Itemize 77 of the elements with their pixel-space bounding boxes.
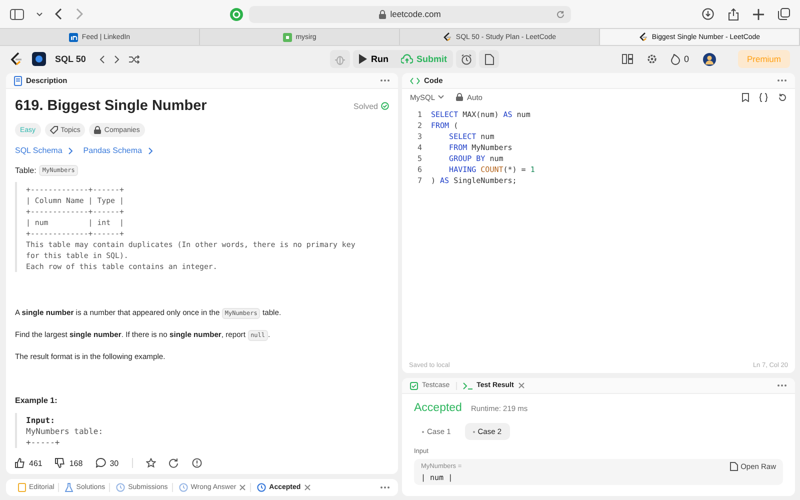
- avatar-icon[interactable]: [702, 52, 716, 66]
- previous-icon[interactable]: [98, 54, 105, 64]
- notes-button[interactable]: [479, 50, 499, 68]
- like-button[interactable]: 461: [15, 458, 42, 468]
- clock-icon: [116, 483, 126, 492]
- timer-button[interactable]: [456, 50, 476, 68]
- alarm-clock-icon: [460, 54, 472, 64]
- verdict-text: Accepted: [414, 402, 462, 414]
- star-icon[interactable]: [146, 458, 156, 468]
- linkedin-icon: [68, 32, 78, 42]
- plus-icon[interactable]: [753, 8, 764, 20]
- more-icon[interactable]: [380, 486, 390, 489]
- tag-icon: [50, 126, 58, 134]
- code-icon: [410, 76, 420, 84]
- example-input-label: Input:: [26, 415, 56, 426]
- download-icon[interactable]: [702, 8, 714, 20]
- thumbs-up-icon: [15, 458, 25, 468]
- leetcode-logo-icon: [442, 32, 452, 42]
- settings-icon[interactable]: [646, 54, 657, 64]
- bug-icon: [335, 54, 345, 64]
- document-icon: [484, 54, 494, 64]
- next-icon[interactable]: [114, 54, 120, 64]
- study-plan-title[interactable]: SQL 50: [55, 54, 86, 64]
- shuffle-icon[interactable]: [128, 54, 140, 64]
- schema-link[interactable]: Pandas Schema: [83, 146, 153, 155]
- sidebar-icon[interactable]: [10, 8, 24, 20]
- lock-icon: [94, 126, 102, 134]
- terminal-icon: [462, 382, 473, 390]
- checkbox-icon: [410, 382, 418, 390]
- thumbs-down-icon: [55, 458, 66, 468]
- braces-icon[interactable]: [759, 92, 768, 102]
- help-icon[interactable]: [192, 458, 202, 468]
- flask-icon: [65, 483, 74, 492]
- streak-count: 0: [684, 54, 689, 64]
- table-label: Table:: [15, 166, 36, 175]
- document-icon: [730, 462, 738, 471]
- clock-icon: [178, 483, 188, 492]
- comments-button[interactable]: 30: [96, 458, 119, 468]
- problem-title: 619. Biggest Single Number: [15, 98, 207, 114]
- play-icon: [359, 54, 367, 64]
- leetcode-logo-icon[interactable]: [10, 52, 23, 66]
- example-line: +-----+: [26, 437, 61, 448]
- leetcode-logo-icon: [638, 32, 648, 42]
- layout-icon[interactable]: [622, 54, 633, 64]
- close-icon[interactable]: [518, 382, 525, 389]
- extension-icon[interactable]: [230, 8, 243, 20]
- dislike-button[interactable]: 168: [55, 458, 83, 468]
- site-icon: [282, 32, 292, 42]
- close-icon[interactable]: [239, 484, 246, 491]
- cloud-upload-icon: [400, 54, 412, 64]
- more-icon[interactable]: [777, 79, 787, 82]
- solved-status: Solved: [354, 102, 389, 110]
- example-title: Example 1:: [15, 396, 58, 405]
- schema-link[interactable]: SQL Schema: [15, 146, 74, 155]
- speech-bubble-icon: [96, 458, 106, 468]
- back-icon[interactable]: [55, 8, 63, 20]
- more-icon[interactable]: [777, 384, 787, 387]
- chevron-down-icon: [438, 95, 444, 99]
- study-plan-icon: [32, 52, 46, 66]
- reload-icon[interactable]: [556, 10, 565, 18]
- clock-icon: [257, 483, 266, 492]
- reset-icon[interactable]: [778, 92, 787, 102]
- chevron-down-icon[interactable]: [36, 12, 43, 16]
- chevron-right-icon: [68, 146, 74, 154]
- bookmark-icon[interactable]: [742, 92, 749, 102]
- example-line: MyNumbers table:: [26, 426, 104, 437]
- book-icon: [18, 483, 26, 492]
- close-icon[interactable]: [304, 484, 311, 491]
- tabs-icon[interactable]: [778, 8, 790, 20]
- document-icon: [14, 76, 22, 86]
- chevron-right-icon: [148, 146, 153, 154]
- more-icon[interactable]: [380, 79, 390, 82]
- lock-icon: [379, 10, 386, 18]
- check-circle-icon: [381, 102, 389, 110]
- address-bar[interactable]: leetcode.com: [249, 6, 571, 22]
- run-button[interactable]: Run: [353, 50, 394, 68]
- lock-icon: [456, 93, 464, 101]
